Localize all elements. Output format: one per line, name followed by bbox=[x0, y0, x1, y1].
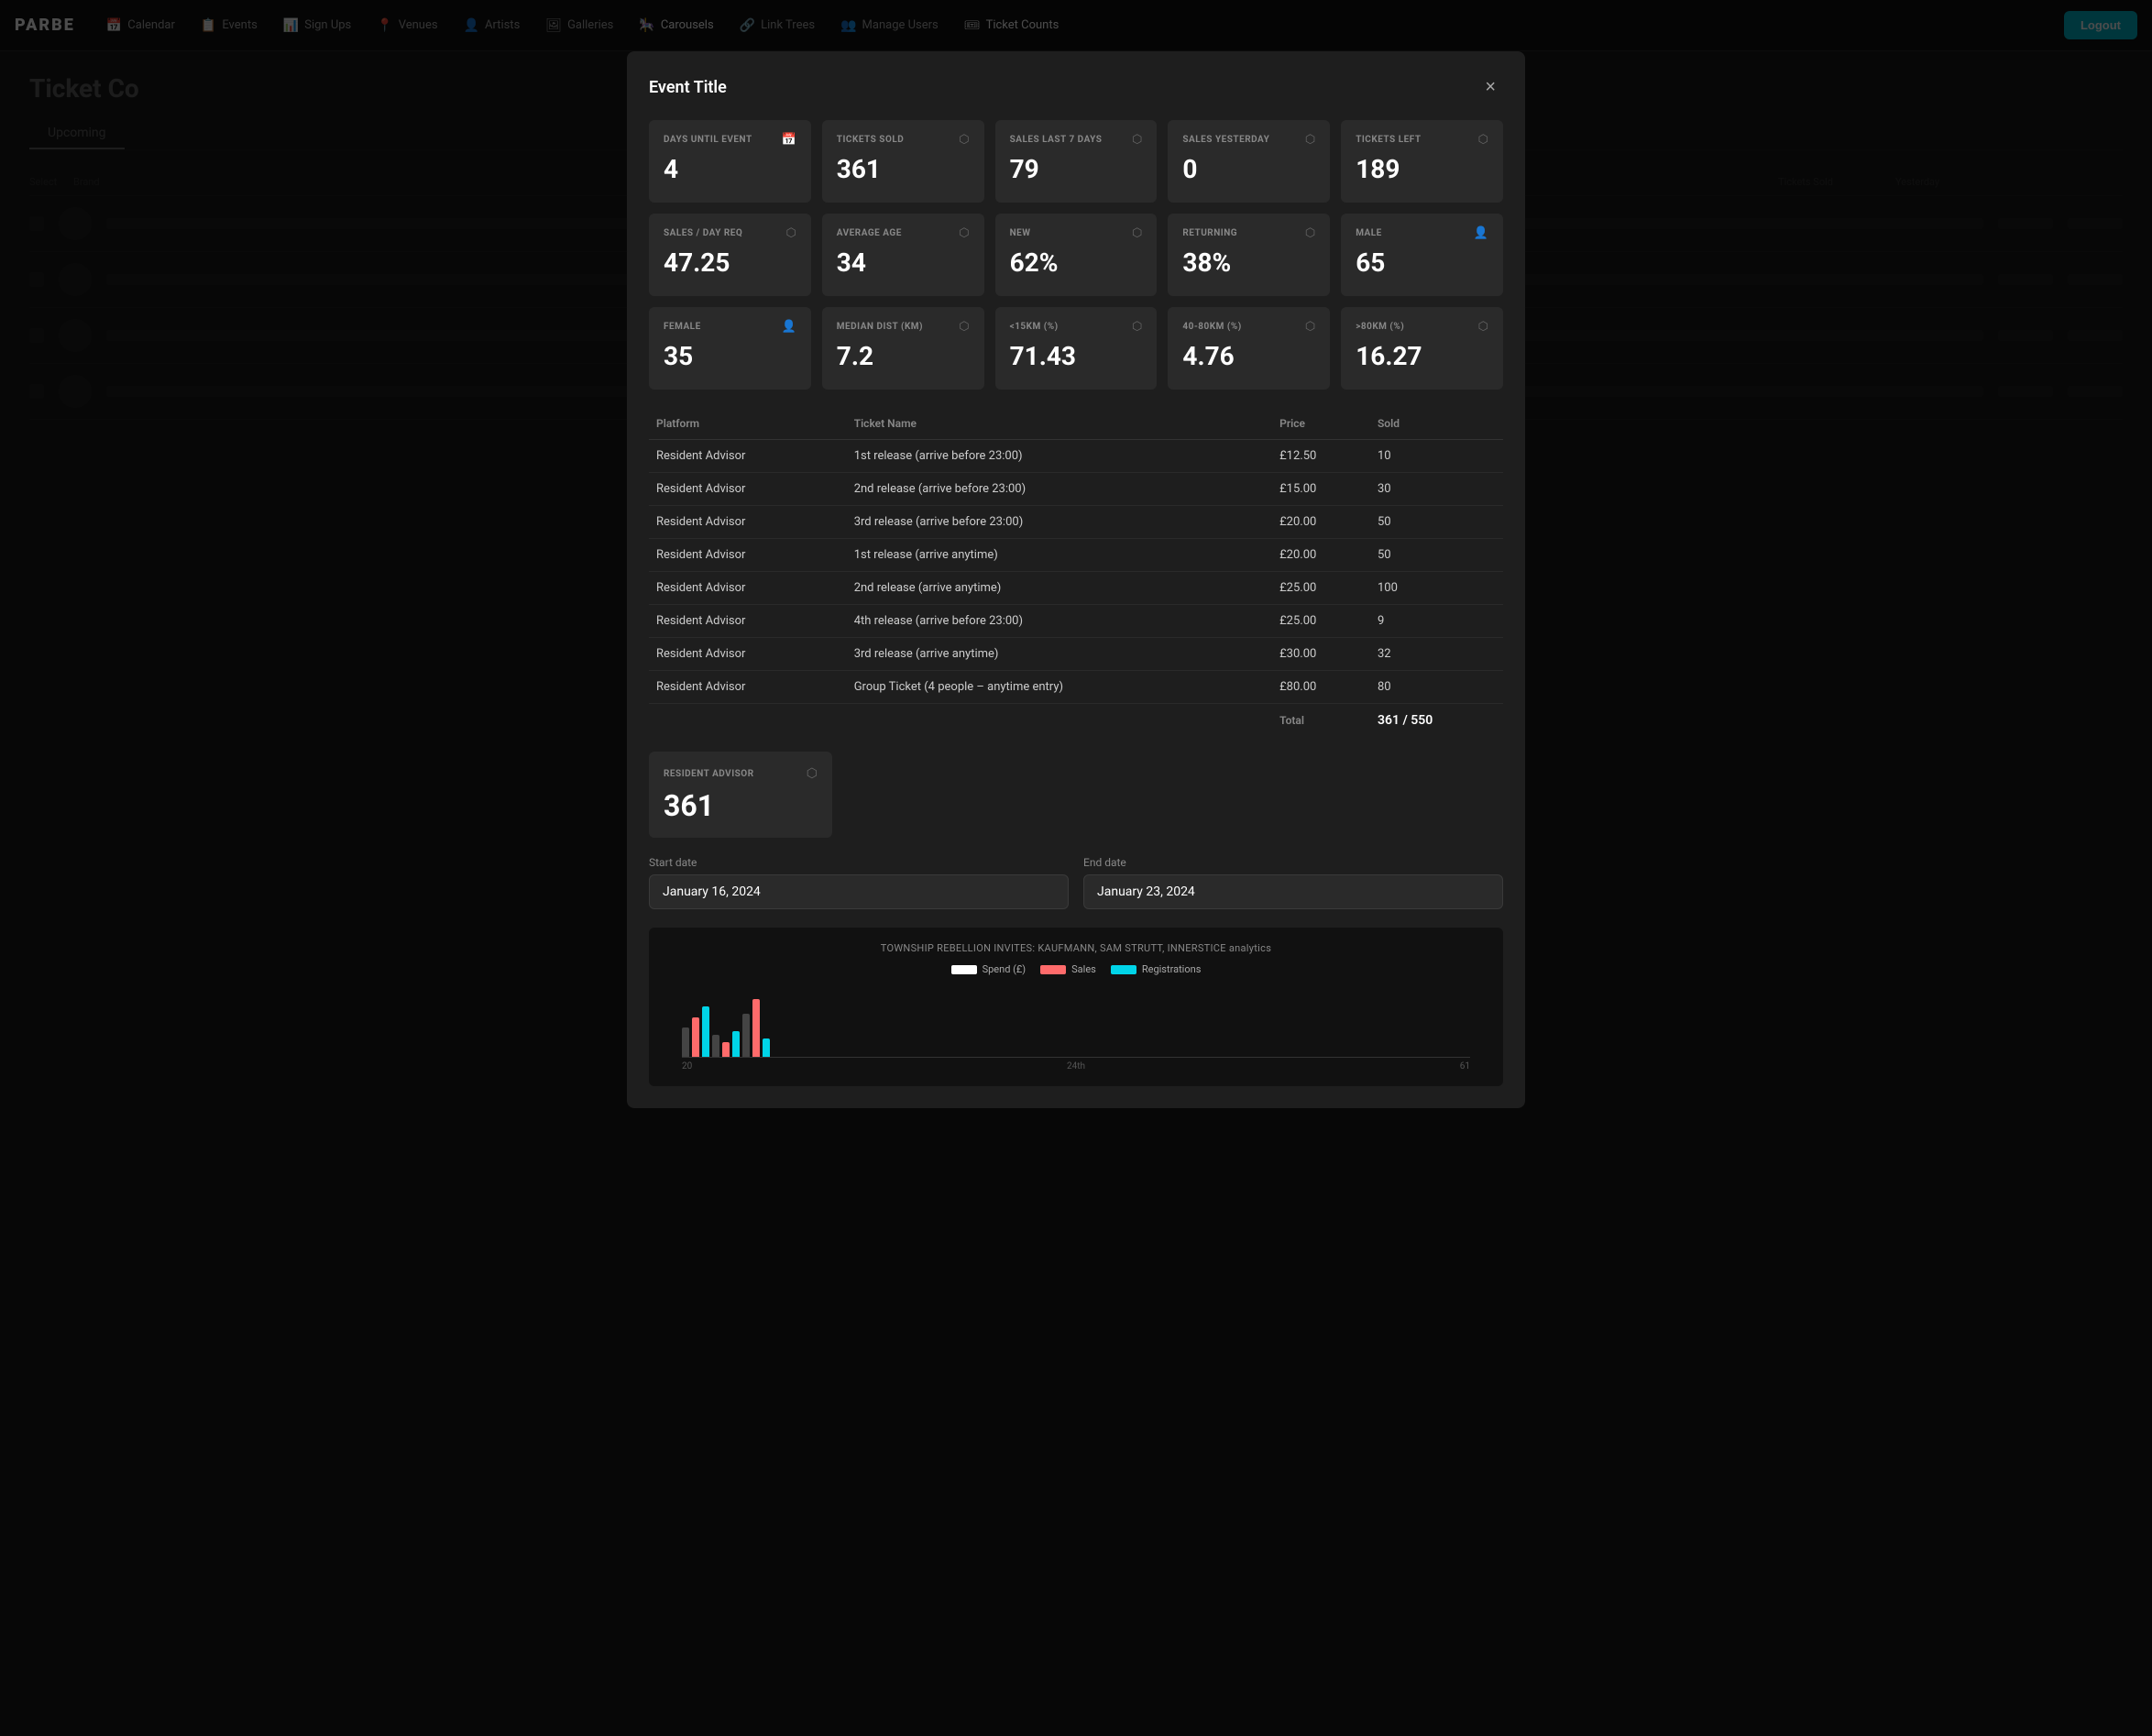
legend-spend: Spend (£) bbox=[951, 963, 1027, 975]
dist-stat-icon: ⬡ bbox=[959, 320, 969, 334]
resident-advisor-card: RESIDENT ADVISOR ⬡ 361 bbox=[649, 752, 832, 838]
ticket-breakdown-table: Platform Ticket Name Price Sold Resident… bbox=[649, 408, 1503, 737]
table-total-row: Total 361 / 550 bbox=[649, 704, 1503, 738]
ticket-stat-icon-6: ⬡ bbox=[959, 226, 969, 240]
ra-icon: ⬡ bbox=[807, 766, 818, 781]
stat-sales-day-req: SALES / DAY REQ ⬡ 47.25 bbox=[649, 214, 811, 296]
gt80km-stat-icon: ⬡ bbox=[1478, 320, 1488, 334]
chart-axis-20: 20 bbox=[682, 1061, 692, 1071]
stat-returning: RETURNING ⬡ 38% bbox=[1168, 214, 1330, 296]
table-row: Resident Advisor 3rd release (arrive bef… bbox=[649, 506, 1503, 539]
stat-tickets-sold: TICKETS SOLD ⬡ 361 bbox=[822, 120, 984, 203]
chart-title: TOWNSHIP REBELLION INVITES: KAUFMANN, SA… bbox=[664, 942, 1488, 954]
table-row: Resident Advisor 3rd release (arrive any… bbox=[649, 638, 1503, 671]
table-row: Resident Advisor 1st release (arrive any… bbox=[649, 539, 1503, 572]
table-row: Resident Advisor 2nd release (arrive bef… bbox=[649, 473, 1503, 506]
km40-stat-icon: ⬡ bbox=[1305, 320, 1315, 334]
stat-median-dist: MEDIAN DIST (KM) ⬡ 7.2 bbox=[822, 307, 984, 390]
legend-sales: Sales bbox=[1040, 963, 1096, 975]
stat-avg-age: AVERAGE AGE ⬡ 34 bbox=[822, 214, 984, 296]
chart-axis-value: 61 bbox=[1460, 1061, 1470, 1071]
legend-sales-label: Sales bbox=[1071, 963, 1096, 975]
modal-overlay: Event Title × DAYS UNTIL EVENT 📅 4 TICKE… bbox=[0, 0, 2152, 1736]
stat-gt80km: >80KM (%) ⬡ 16.27 bbox=[1341, 307, 1503, 390]
ticket-stat-icon-7: ⬡ bbox=[1132, 226, 1142, 240]
col-price: Price bbox=[1272, 408, 1370, 440]
col-ticket-name: Ticket Name bbox=[847, 408, 1272, 440]
table-row: Resident Advisor 4th release (arrive bef… bbox=[649, 605, 1503, 638]
ticket-stat-icon-5: ⬡ bbox=[785, 226, 796, 240]
spend-legend-color bbox=[951, 965, 977, 974]
stat-sales-yesterday: SALES YESTERDAY ⬡ 0 bbox=[1168, 120, 1330, 203]
start-date-value[interactable]: January 16, 2024 bbox=[649, 874, 1069, 909]
chart-bars bbox=[682, 984, 1470, 1058]
stat-sales-last7: SALES LAST 7 DAYS ⬡ 79 bbox=[995, 120, 1158, 203]
stat-lt15km: <15KM (%) ⬡ 71.43 bbox=[995, 307, 1158, 390]
modal-close-button[interactable]: × bbox=[1477, 73, 1503, 102]
chart-axis-24th: 24th bbox=[1067, 1061, 1085, 1071]
modal-header: Event Title × bbox=[649, 73, 1503, 102]
end-date-value[interactable]: January 23, 2024 bbox=[1083, 874, 1503, 909]
ticket-stat-icon-2: ⬡ bbox=[1132, 133, 1142, 147]
stats-row-2: SALES / DAY REQ ⬡ 47.25 AVERAGE AGE ⬡ 34… bbox=[649, 214, 1503, 296]
analytics-chart: TOWNSHIP REBELLION INVITES: KAUFMANN, SA… bbox=[649, 928, 1503, 1086]
table-row: Resident Advisor 2nd release (arrive any… bbox=[649, 572, 1503, 605]
stats-row-3: FEMALE 👤 35 MEDIAN DIST (KM) ⬡ 7.2 <15KM… bbox=[649, 307, 1503, 390]
stat-km40-80: 40-80KM (%) ⬡ 4.76 bbox=[1168, 307, 1330, 390]
modal-title: Event Title bbox=[649, 78, 727, 97]
table-row: Resident Advisor Group Ticket (4 people … bbox=[649, 671, 1503, 704]
ticket-stat-icon-4: ⬡ bbox=[1478, 133, 1488, 147]
stat-days-until: DAYS UNTIL EVENT 📅 4 bbox=[649, 120, 811, 203]
col-sold: Sold bbox=[1370, 408, 1503, 440]
stat-new: NEW ⬡ 62% bbox=[995, 214, 1158, 296]
ticket-stat-icon-8: ⬡ bbox=[1305, 226, 1315, 240]
legend-spend-label: Spend (£) bbox=[983, 963, 1027, 975]
calendar-stat-icon: 📅 bbox=[782, 133, 796, 147]
stats-row-1: DAYS UNTIL EVENT 📅 4 TICKETS SOLD ⬡ 361 … bbox=[649, 120, 1503, 203]
event-modal: Event Title × DAYS UNTIL EVENT 📅 4 TICKE… bbox=[627, 51, 1525, 1108]
date-section: Start date January 16, 2024 End date Jan… bbox=[649, 856, 1503, 909]
legend-registrations-label: Registrations bbox=[1142, 963, 1202, 975]
ticket-stat-icon-1: ⬡ bbox=[959, 133, 969, 147]
stat-female: FEMALE 👤 35 bbox=[649, 307, 811, 390]
end-date-field: End date January 23, 2024 bbox=[1083, 856, 1503, 909]
lt15km-stat-icon: ⬡ bbox=[1132, 320, 1142, 334]
registrations-legend-color bbox=[1111, 965, 1136, 974]
col-platform: Platform bbox=[649, 408, 847, 440]
table-row: Resident Advisor 1st release (arrive bef… bbox=[649, 440, 1503, 473]
chart-legend: Spend (£) Sales Registrations bbox=[664, 963, 1488, 975]
ticket-stat-icon-3: ⬡ bbox=[1305, 133, 1315, 147]
sales-legend-color bbox=[1040, 965, 1066, 974]
stat-tickets-left: TICKETS LEFT ⬡ 189 bbox=[1341, 120, 1503, 203]
person-icon-1: 👤 bbox=[1474, 226, 1488, 240]
legend-registrations: Registrations bbox=[1111, 963, 1202, 975]
stat-male: MALE 👤 65 bbox=[1341, 214, 1503, 296]
person-icon-2: 👤 bbox=[782, 320, 796, 334]
start-date-field: Start date January 16, 2024 bbox=[649, 856, 1069, 909]
